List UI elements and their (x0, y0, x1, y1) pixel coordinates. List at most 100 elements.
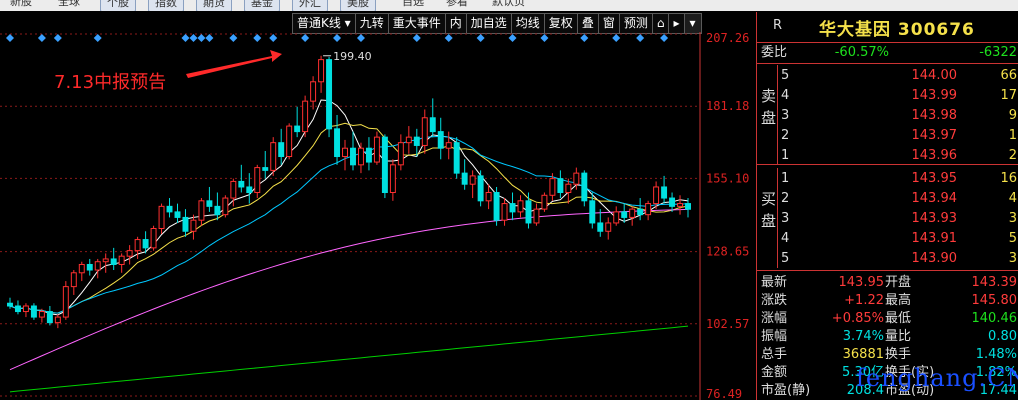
candle-body[interactable] (405, 136, 412, 144)
candle-body[interactable] (605, 222, 612, 232)
event-diamond-icon[interactable] (540, 34, 549, 42)
event-diamond-icon[interactable] (636, 34, 645, 42)
candle-body[interactable] (142, 239, 149, 249)
candle-body[interactable] (485, 192, 492, 202)
candle-body[interactable] (477, 175, 484, 202)
candle-body[interactable] (389, 164, 396, 194)
top-tab-5[interactable]: 基金 (244, 0, 280, 11)
candle-body[interactable] (429, 117, 436, 133)
candle-body[interactable] (94, 261, 101, 271)
candle-body[interactable] (365, 147, 372, 163)
candle-body[interactable] (373, 136, 380, 163)
candle-body[interactable] (22, 305, 29, 313)
candle-body[interactable] (278, 142, 285, 158)
sell-level-5[interactable]: 5 144.00 66 (757, 66, 1018, 85)
toolbar-item-2[interactable]: 重大事件 (387, 13, 446, 34)
candle-body[interactable] (549, 178, 556, 196)
candle-body[interactable] (310, 81, 317, 102)
kline-chart[interactable]: 207.26 181.18 155.10 128.65 102.57 76.49 199.4… (0, 32, 756, 400)
top-tab-3[interactable]: 指数 (148, 0, 184, 11)
candle-body[interactable] (413, 136, 420, 146)
candle-body[interactable] (326, 59, 333, 130)
candle-body[interactable] (685, 203, 691, 210)
sell-level-3[interactable]: 3 143.98 9 (757, 106, 1018, 125)
event-diamond-icon[interactable] (229, 34, 238, 42)
buy-level-5[interactable]: 5 143.90 3 (757, 249, 1018, 268)
candle-body[interactable] (270, 142, 277, 171)
buy-level-2[interactable]: 2 143.94 4 (757, 189, 1018, 208)
toolbar-item-8[interactable]: 窗 (597, 13, 620, 34)
candle-body[interactable] (222, 197, 229, 216)
candle-body[interactable] (126, 250, 133, 257)
toolbar-item-9[interactable]: 预测 (618, 13, 653, 34)
event-diamond-icon[interactable] (476, 34, 485, 42)
sell-level-2[interactable]: 2 143.97 1 (757, 126, 1018, 145)
buy-level-3[interactable]: 3 143.93 3 (757, 209, 1018, 228)
candle-body[interactable] (38, 311, 45, 318)
candle-body[interactable] (461, 172, 468, 185)
event-annotation[interactable]: 7.13中报预告 (54, 72, 166, 93)
candle-body[interactable] (541, 194, 548, 210)
candle-body[interactable] (501, 203, 508, 221)
candle-body[interactable] (54, 316, 61, 324)
top-tab-0[interactable]: 新股 (4, 0, 38, 10)
candle-body[interactable] (174, 211, 181, 218)
candle-body[interactable] (62, 286, 69, 318)
toolbar-item-7[interactable]: 叠 (576, 13, 599, 34)
event-diamond-icon[interactable] (5, 34, 14, 42)
top-tab-2[interactable]: 个股 (100, 0, 136, 11)
candle-body[interactable] (437, 131, 444, 149)
candle-body[interactable] (533, 208, 540, 224)
toolbar-item-3[interactable]: 内 (444, 13, 467, 34)
candle-body[interactable] (493, 192, 500, 221)
candle-body[interactable] (573, 172, 580, 185)
candle-body[interactable] (334, 128, 341, 158)
candle-body[interactable] (110, 258, 117, 265)
candle-body[interactable] (214, 205, 221, 216)
candle-body[interactable] (7, 302, 13, 307)
candle-body[interactable] (230, 180, 237, 199)
top-tab-9[interactable]: 参看 (440, 0, 474, 10)
buy-level-4[interactable]: 4 143.91 5 (757, 229, 1018, 248)
candle-body[interactable] (653, 186, 660, 205)
candle-body[interactable] (254, 167, 261, 194)
top-tab-10[interactable]: 默认页 (486, 0, 531, 10)
candle-body[interactable] (397, 142, 404, 166)
buy-level-1[interactable]: 1 143.95 16 (757, 169, 1018, 188)
candle-body[interactable] (342, 147, 348, 158)
event-diamond-icon[interactable] (253, 34, 262, 42)
candle-body[interactable] (557, 178, 564, 194)
top-tab-4[interactable]: 期货 (196, 0, 232, 11)
candle-body[interactable] (597, 222, 604, 232)
top-tab-6[interactable]: 外汇 (292, 0, 328, 11)
candle-body[interactable] (182, 216, 189, 232)
candle-body[interactable] (46, 311, 53, 324)
candle-body[interactable] (629, 208, 636, 218)
candle-body[interactable] (637, 208, 644, 216)
candle-body[interactable] (14, 305, 21, 313)
event-diamond-icon[interactable] (612, 34, 621, 42)
candle-body[interactable] (246, 186, 253, 194)
top-tab-7[interactable]: 美股 (340, 0, 376, 11)
candle-body[interactable] (381, 136, 388, 194)
event-diamond-icon[interactable] (269, 34, 278, 42)
candle-body[interactable] (150, 227, 157, 249)
event-diamond-icon[interactable] (412, 34, 421, 42)
candle-body[interactable] (445, 142, 452, 149)
event-diamond-icon[interactable] (37, 34, 46, 42)
toolbar-item-4[interactable]: 加自选 (465, 13, 512, 34)
candle-body[interactable] (294, 125, 301, 133)
candle-body[interactable] (102, 258, 109, 263)
candle-body[interactable] (318, 59, 325, 83)
event-diamond-icon[interactable] (181, 34, 190, 42)
event-diamond-icon[interactable] (205, 34, 214, 42)
toolbar-item-10[interactable]: ⌂ (651, 13, 670, 34)
candle-body[interactable] (645, 203, 652, 216)
toolbar-more-button[interactable]: ▾ (683, 13, 702, 34)
candle-body[interactable] (198, 200, 205, 221)
candle-body[interactable] (677, 203, 684, 207)
candle-body[interactable] (565, 183, 572, 194)
candle-body[interactable] (669, 197, 676, 207)
candle-body[interactable] (286, 125, 293, 158)
event-diamond-icon[interactable] (189, 34, 198, 42)
